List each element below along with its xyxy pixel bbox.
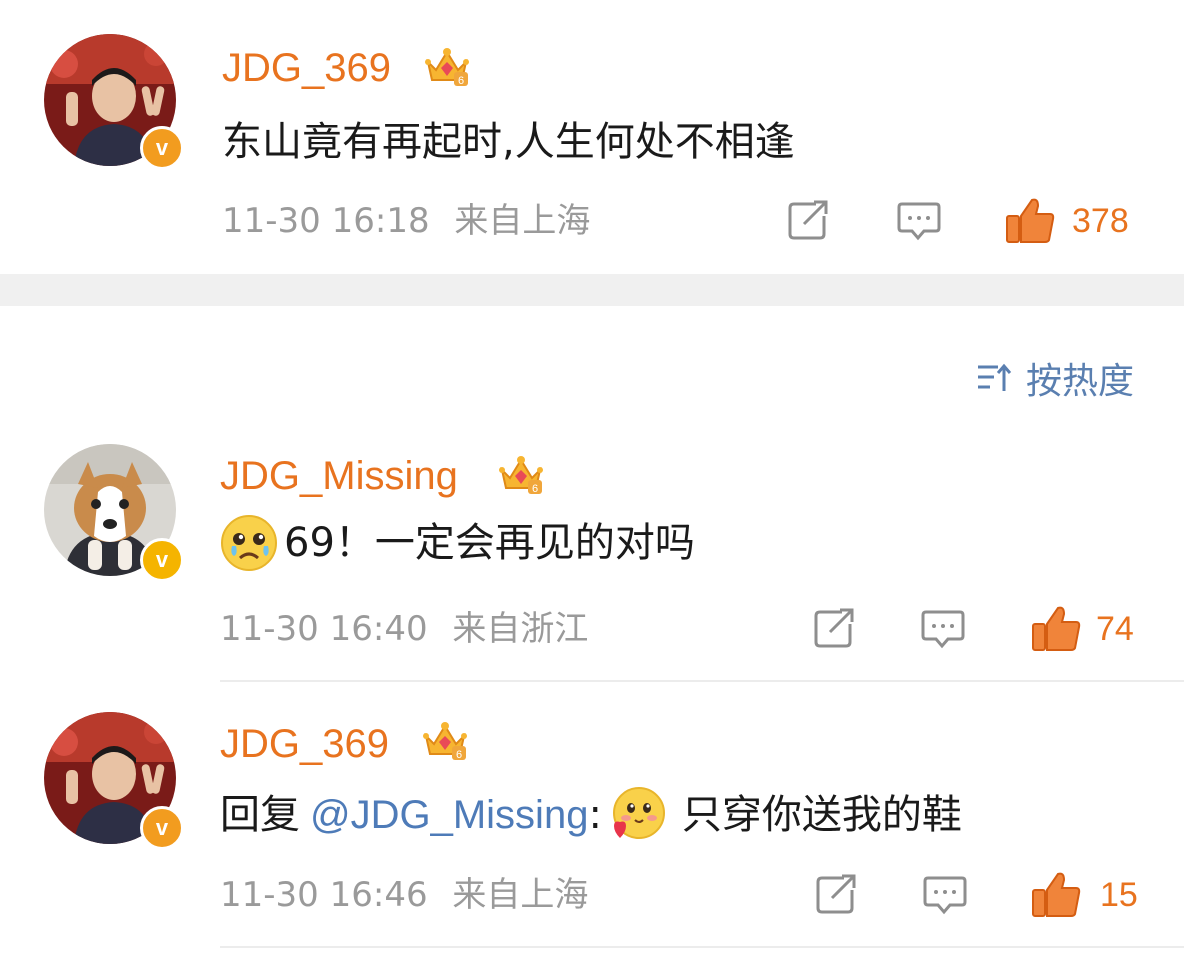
svg-text:6: 6 xyxy=(456,749,462,761)
comment-body: 只穿你送我的鞋 xyxy=(681,792,962,838)
mention-link[interactable]: @JDG_Missing xyxy=(310,795,588,835)
section-divider xyxy=(0,274,1184,306)
crown-badge-icon: 6 xyxy=(499,456,543,495)
location: 来自上海 xyxy=(452,875,589,915)
verified-badge-icon: v xyxy=(140,806,184,850)
reply-prefix: 回复 xyxy=(220,792,300,838)
comment-item: v JDG_Missing 6 69！一定会再见的对吗 11-30 16:40 … xyxy=(0,440,1184,680)
comment-meta: 11-30 16:40 来自浙江 xyxy=(220,612,588,646)
reply-divider xyxy=(220,946,1184,948)
username[interactable]: JDG_369 xyxy=(222,48,391,88)
thumbs-up-icon[interactable] xyxy=(1030,870,1082,920)
timestamp: 11-30 16:46 xyxy=(220,875,428,915)
username[interactable]: JDG_Missing xyxy=(220,456,458,496)
comment-item: v JDG_369 6 东山竟有再起时,人生何处不相逢 11-30 16:18 … xyxy=(0,0,1184,274)
thumbs-up-icon[interactable] xyxy=(1030,604,1082,654)
comment-meta: 11-30 16:18 来自上海 xyxy=(222,204,590,238)
comment-text: 东山竟有再起时,人生何处不相逢 xyxy=(222,119,795,165)
timestamp: 11-30 16:18 xyxy=(222,201,430,241)
comment-text: 69！一定会再见的对吗 xyxy=(220,514,695,572)
share-icon[interactable] xyxy=(812,608,858,650)
reply-divider xyxy=(220,680,1184,682)
location: 来自上海 xyxy=(454,201,591,241)
sort-by-hot-button[interactable]: 按热度 xyxy=(976,352,1134,404)
blushing-heart-emoji xyxy=(612,787,665,839)
share-icon[interactable] xyxy=(814,874,860,916)
svg-text:6: 6 xyxy=(458,75,464,87)
location: 来自浙江 xyxy=(452,609,589,649)
crown-badge-icon: 6 xyxy=(423,722,467,761)
comment-body: 69！一定会再见的对吗 xyxy=(284,520,695,566)
sort-icon xyxy=(978,363,1012,391)
comment-text: 回复 @JDG_Missing : 只穿你送我的鞋 xyxy=(220,786,962,844)
verified-badge-icon: v xyxy=(140,538,184,582)
sort-label: 按热度 xyxy=(1026,361,1135,402)
thumbs-up-icon[interactable] xyxy=(1004,196,1056,246)
comment-item: v JDG_369 6 回复 @JDG_Missing : 只穿你送我的鞋 11… xyxy=(0,700,1184,950)
like-count: 74 xyxy=(1096,610,1134,648)
verified-badge-icon: v xyxy=(140,126,184,170)
share-icon[interactable] xyxy=(786,200,832,242)
username[interactable]: JDG_369 xyxy=(220,724,389,764)
comment-icon[interactable] xyxy=(920,608,966,652)
timestamp: 11-30 16:40 xyxy=(220,609,428,649)
comment-icon[interactable] xyxy=(896,200,942,244)
crying-face-emoji xyxy=(221,515,277,571)
like-count: 15 xyxy=(1100,876,1138,914)
comment-meta: 11-30 16:46 来自上海 xyxy=(220,878,588,912)
reply-colon: : xyxy=(588,792,602,838)
comment-icon[interactable] xyxy=(922,874,968,918)
like-count: 378 xyxy=(1072,202,1129,240)
svg-text:6: 6 xyxy=(532,483,538,495)
crown-badge-icon: 6 xyxy=(425,48,469,87)
